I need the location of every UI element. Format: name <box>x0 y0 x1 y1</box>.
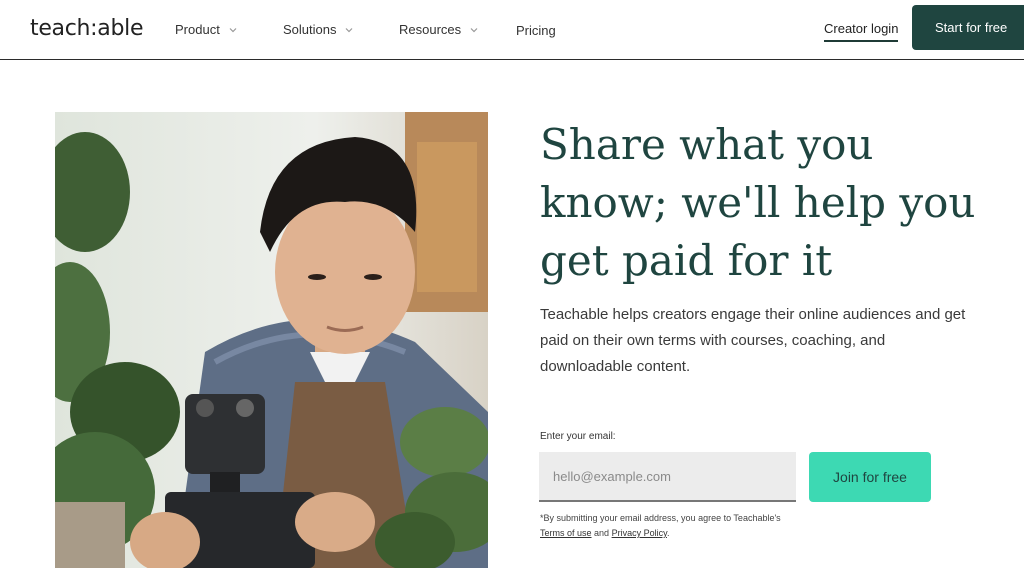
nav-item-pricing[interactable]: Pricing <box>516 23 556 38</box>
nav-item-label: Resources <box>399 22 462 37</box>
hero-image <box>55 112 488 568</box>
nav-item-solutions[interactable]: Solutions <box>283 22 354 37</box>
nav-item-product[interactable]: Product <box>175 22 238 37</box>
nav-item-label: Pricing <box>516 23 556 38</box>
creator-login-link[interactable]: Creator login <box>824 21 899 42</box>
hero-subtext: Teachable helps creators engage their on… <box>540 306 966 375</box>
disclaimer-period: . <box>666 528 670 538</box>
terms-of-use-link[interactable]: Terms of use <box>540 528 592 538</box>
chevron-down-icon <box>229 27 237 32</box>
hero-headline: Share what you know; we'll help you get … <box>540 120 976 285</box>
start-for-free-button[interactable]: Start for free <box>912 5 1024 50</box>
join-for-free-button[interactable]: Join for free <box>809 452 931 502</box>
nav-item-label: Solutions <box>283 22 337 37</box>
chevron-down-icon <box>470 27 478 32</box>
disclaimer-text: *By submitting your email address, you a… <box>540 513 781 523</box>
email-input[interactable] <box>539 452 796 502</box>
site-header: teach:able Product Solutions Resources P… <box>0 0 1024 60</box>
creator-filming-illustration <box>55 112 488 568</box>
disclaimer-and: and <box>594 528 610 538</box>
privacy-policy-link[interactable]: Privacy Policy <box>612 528 667 538</box>
email-disclaimer: *By submitting your email address, you a… <box>540 511 800 541</box>
email-label: Enter your email: <box>540 431 616 442</box>
teachable-logo[interactable]: teach:able <box>30 16 144 41</box>
nav-item-resources[interactable]: Resources <box>399 22 479 37</box>
chevron-down-icon <box>346 27 353 32</box>
nav-item-label: Product <box>175 22 220 37</box>
